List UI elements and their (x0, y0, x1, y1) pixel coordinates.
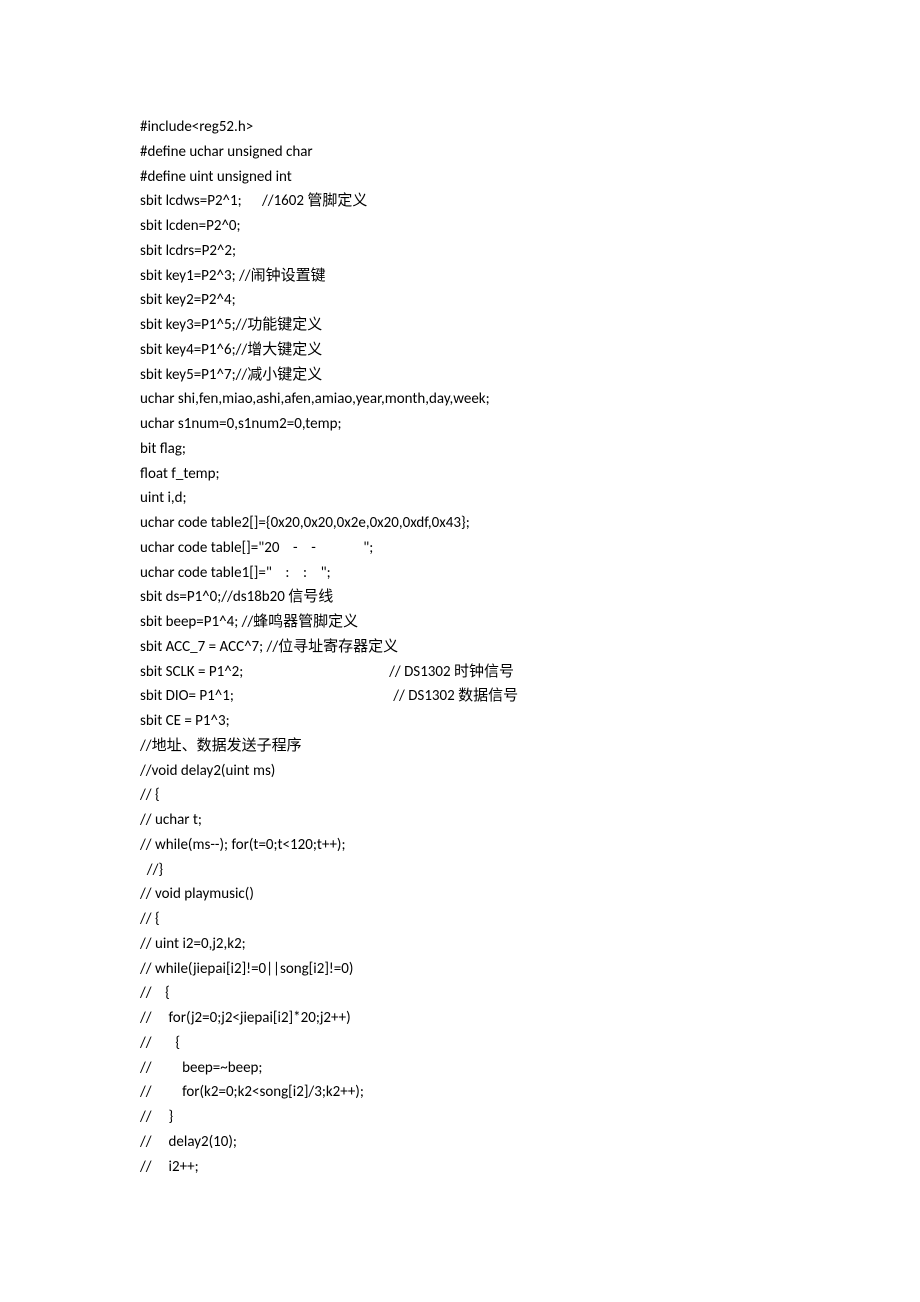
code-line: sbit lcdrs=P2^2; (140, 239, 780, 264)
code-line: sbit lcdws=P2^1; //1602 管脚定义 (140, 189, 780, 214)
code-line: // { (140, 783, 780, 808)
code-line: // } (140, 1105, 780, 1130)
code-line: sbit ds=P1^0;//ds18b20 信号线 (140, 585, 780, 610)
code-line: // for(j2=0;j2<jiepai[i2]*20;j2++) (140, 1006, 780, 1031)
code-line: uchar code table1[]=" : : "; (140, 561, 780, 586)
code-line: sbit lcden=P2^0; (140, 214, 780, 239)
code-line: sbit CE = P1^3; (140, 709, 780, 734)
code-document: #include<reg52.h> #define uchar unsigned… (0, 0, 780, 1179)
code-line: // i2++; (140, 1155, 780, 1180)
code-line: // { (140, 1031, 780, 1056)
code-line: float f_temp; (140, 462, 780, 487)
code-line: #include<reg52.h> (140, 115, 780, 140)
code-line: //void delay2(uint ms) (140, 759, 780, 784)
code-line: sbit SCLK = P1^2; // DS1302 时钟信号 (140, 660, 780, 685)
code-line: sbit DIO= P1^1; // DS1302 数据信号 (140, 684, 780, 709)
code-line: sbit key5=P1^7;//减小键定义 (140, 363, 780, 388)
code-line: //} (140, 858, 780, 883)
code-line: sbit beep=P1^4; //蜂鸣器管脚定义 (140, 610, 780, 635)
code-line: bit flag; (140, 437, 780, 462)
code-line: uchar shi,fen,miao,ashi,afen,amiao,year,… (140, 387, 780, 412)
code-line: sbit key2=P2^4; (140, 288, 780, 313)
code-line: sbit key1=P2^3; //闹钟设置键 (140, 264, 780, 289)
code-line: // { (140, 907, 780, 932)
code-line: // while(jiepai[i2]!=0||song[i2]!=0) (140, 957, 780, 982)
code-line: sbit key4=P1^6;//增大键定义 (140, 338, 780, 363)
code-line: uchar s1num=0,s1num2=0,temp; (140, 412, 780, 437)
code-line: // delay2(10); (140, 1130, 780, 1155)
code-line: #define uchar unsigned char (140, 140, 780, 165)
code-line: sbit ACC_7 = ACC^7; //位寻址寄存器定义 (140, 635, 780, 660)
code-line: //地址、数据发送子程序 (140, 734, 780, 759)
code-line: // while(ms--); for(t=0;t<120;t++); (140, 833, 780, 858)
code-line: uchar code table[]="20 - - "; (140, 536, 780, 561)
code-line: // uint i2=0,j2,k2; (140, 932, 780, 957)
code-line: #define uint unsigned int (140, 165, 780, 190)
code-line: // void playmusic() (140, 882, 780, 907)
code-line: // { (140, 981, 780, 1006)
code-line: // uchar t; (140, 808, 780, 833)
code-line: uint i,d; (140, 486, 780, 511)
code-line: uchar code table2[]={0x20,0x20,0x2e,0x20… (140, 511, 780, 536)
code-line: // for(k2=0;k2<song[i2]/3;k2++); (140, 1080, 780, 1105)
code-line: // beep=~beep; (140, 1056, 780, 1081)
code-line: sbit key3=P1^5;//功能键定义 (140, 313, 780, 338)
